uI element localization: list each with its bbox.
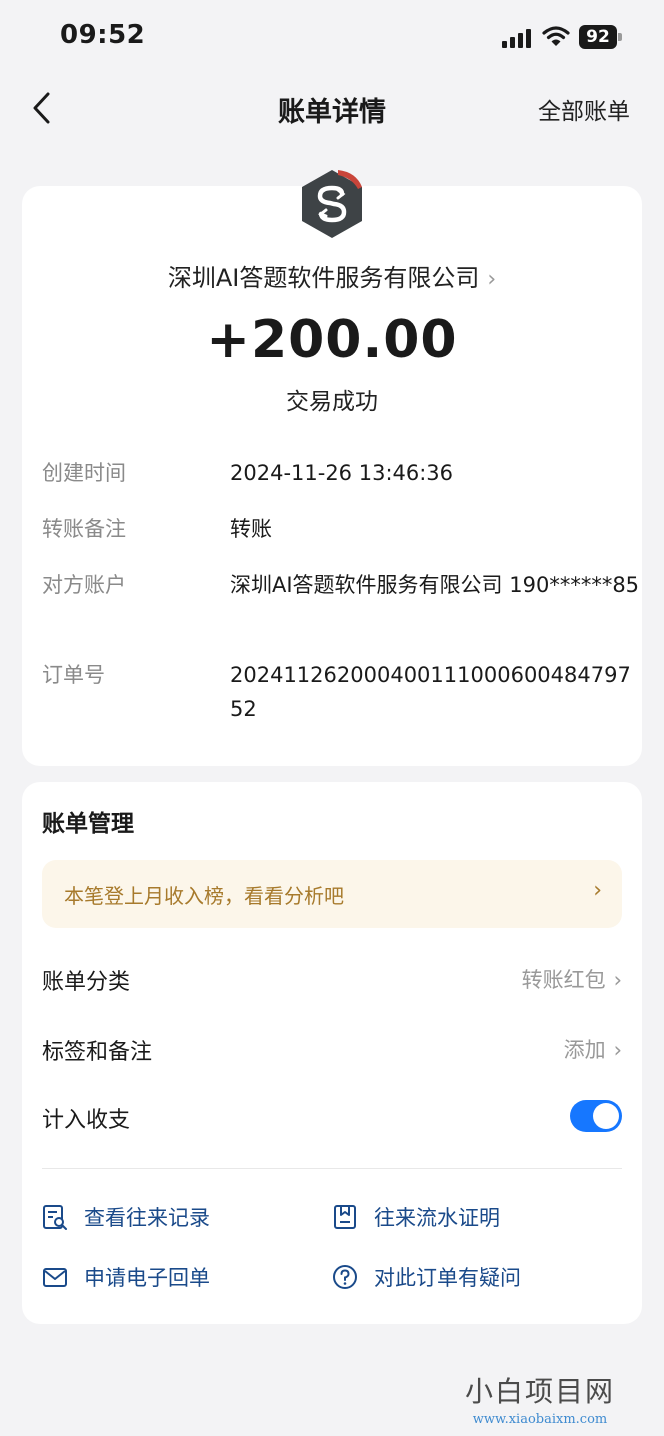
- status-time: 09:52: [60, 20, 146, 50]
- merchant-name-link[interactable]: 深圳AI答题软件服务有限公司 ›: [22, 258, 642, 293]
- battery-indicator: 92: [579, 25, 623, 49]
- wifi-icon: [542, 26, 570, 46]
- bill-category-value: 转账红包: [521, 968, 606, 992]
- question-icon: [333, 1265, 357, 1289]
- merchant-name: 深圳AI答题软件服务有限公司: [167, 264, 480, 292]
- action-label: 申请电子回单: [84, 1266, 210, 1290]
- chevron-right-icon: ›: [613, 1038, 622, 1062]
- view-records-button[interactable]: 查看往来记录: [42, 1196, 302, 1236]
- detail-value: 深圳AI答题软件服务有限公司 190******85: [230, 573, 640, 597]
- merchant-logo-icon: [302, 170, 362, 238]
- chevron-right-icon: ›: [487, 267, 497, 292]
- setting-value: 转账红包 ›: [522, 964, 622, 994]
- battery-tip: [618, 33, 622, 41]
- detail-value: 转账: [230, 517, 272, 541]
- transaction-status: 交易成功: [286, 389, 378, 415]
- add-tag-value: 添加: [563, 1038, 606, 1062]
- action-label: 往来流水证明: [374, 1206, 500, 1230]
- statement-proof-button[interactable]: 往来流水证明: [332, 1196, 612, 1236]
- mail-icon: [43, 1268, 67, 1287]
- chevron-right-icon: ›: [593, 878, 602, 903]
- watermark-cn: 小白项目网: [464, 1375, 615, 1408]
- e-receipt-button[interactable]: 申请电子回单: [42, 1256, 302, 1296]
- setting-value: 添加 ›: [564, 1034, 622, 1064]
- income-ranking-banner[interactable]: 本笔登上月收入榜，看看分析吧 ›: [42, 860, 622, 928]
- bill-category-row[interactable]: 账单分类 转账红包 ›: [42, 954, 622, 1004]
- all-bills-link[interactable]: 全部账单: [538, 92, 630, 126]
- action-label: 查看往来记录: [84, 1206, 210, 1230]
- banner-text: 本笔登上月收入榜，看看分析吧: [64, 884, 344, 908]
- detail-label: 创建时间: [42, 461, 126, 485]
- action-label: 对此订单有疑问: [374, 1266, 521, 1290]
- setting-label: 计入收支: [42, 1108, 131, 1133]
- detail-value: 2024-11-26 13:46:36: [230, 461, 454, 485]
- statement-proof-icon: [334, 1205, 356, 1229]
- bill-summary-card: 深圳AI答题软件服务有限公司 › +200.00 交易成功 创建时间 2024-1…: [22, 170, 642, 766]
- status-bar: 09:52 92: [0, 0, 664, 76]
- order-question-button[interactable]: 对此订单有疑问: [332, 1256, 612, 1296]
- watermark: 小白项目网 www.xiaobaixm.com: [440, 1370, 640, 1427]
- battery-level: 92: [579, 25, 617, 49]
- bill-management-card: 账单管理 本笔登上月收入榜，看看分析吧 › 账单分类 转账红包 › 标签和备注 添…: [22, 782, 642, 1324]
- detail-label: 订单号: [42, 663, 105, 687]
- setting-label: 账单分类: [42, 970, 131, 995]
- detail-value: 20241126200040011100060048479752: [230, 663, 631, 721]
- tags-and-notes-row[interactable]: 标签和备注 添加 ›: [42, 1024, 622, 1074]
- toggle-knob: [593, 1103, 619, 1129]
- include-in-stats-row: 计入收支: [42, 1092, 622, 1142]
- section-title: 账单管理: [42, 811, 134, 837]
- records-search-icon: [43, 1205, 67, 1230]
- detail-label: 转账备注: [42, 517, 126, 541]
- watermark-url: www.xiaobaixm.com: [472, 1412, 608, 1427]
- cellular-signal-icon: [502, 29, 531, 48]
- chevron-right-icon: ›: [613, 968, 622, 992]
- transaction-amount: +200.00: [206, 310, 458, 370]
- include-in-stats-toggle[interactable]: [570, 1100, 622, 1132]
- setting-label: 标签和备注: [42, 1040, 153, 1065]
- detail-label: 对方账户: [42, 573, 126, 597]
- nav-bar: 账单详情 全部账单: [0, 76, 664, 140]
- divider: [42, 1168, 622, 1169]
